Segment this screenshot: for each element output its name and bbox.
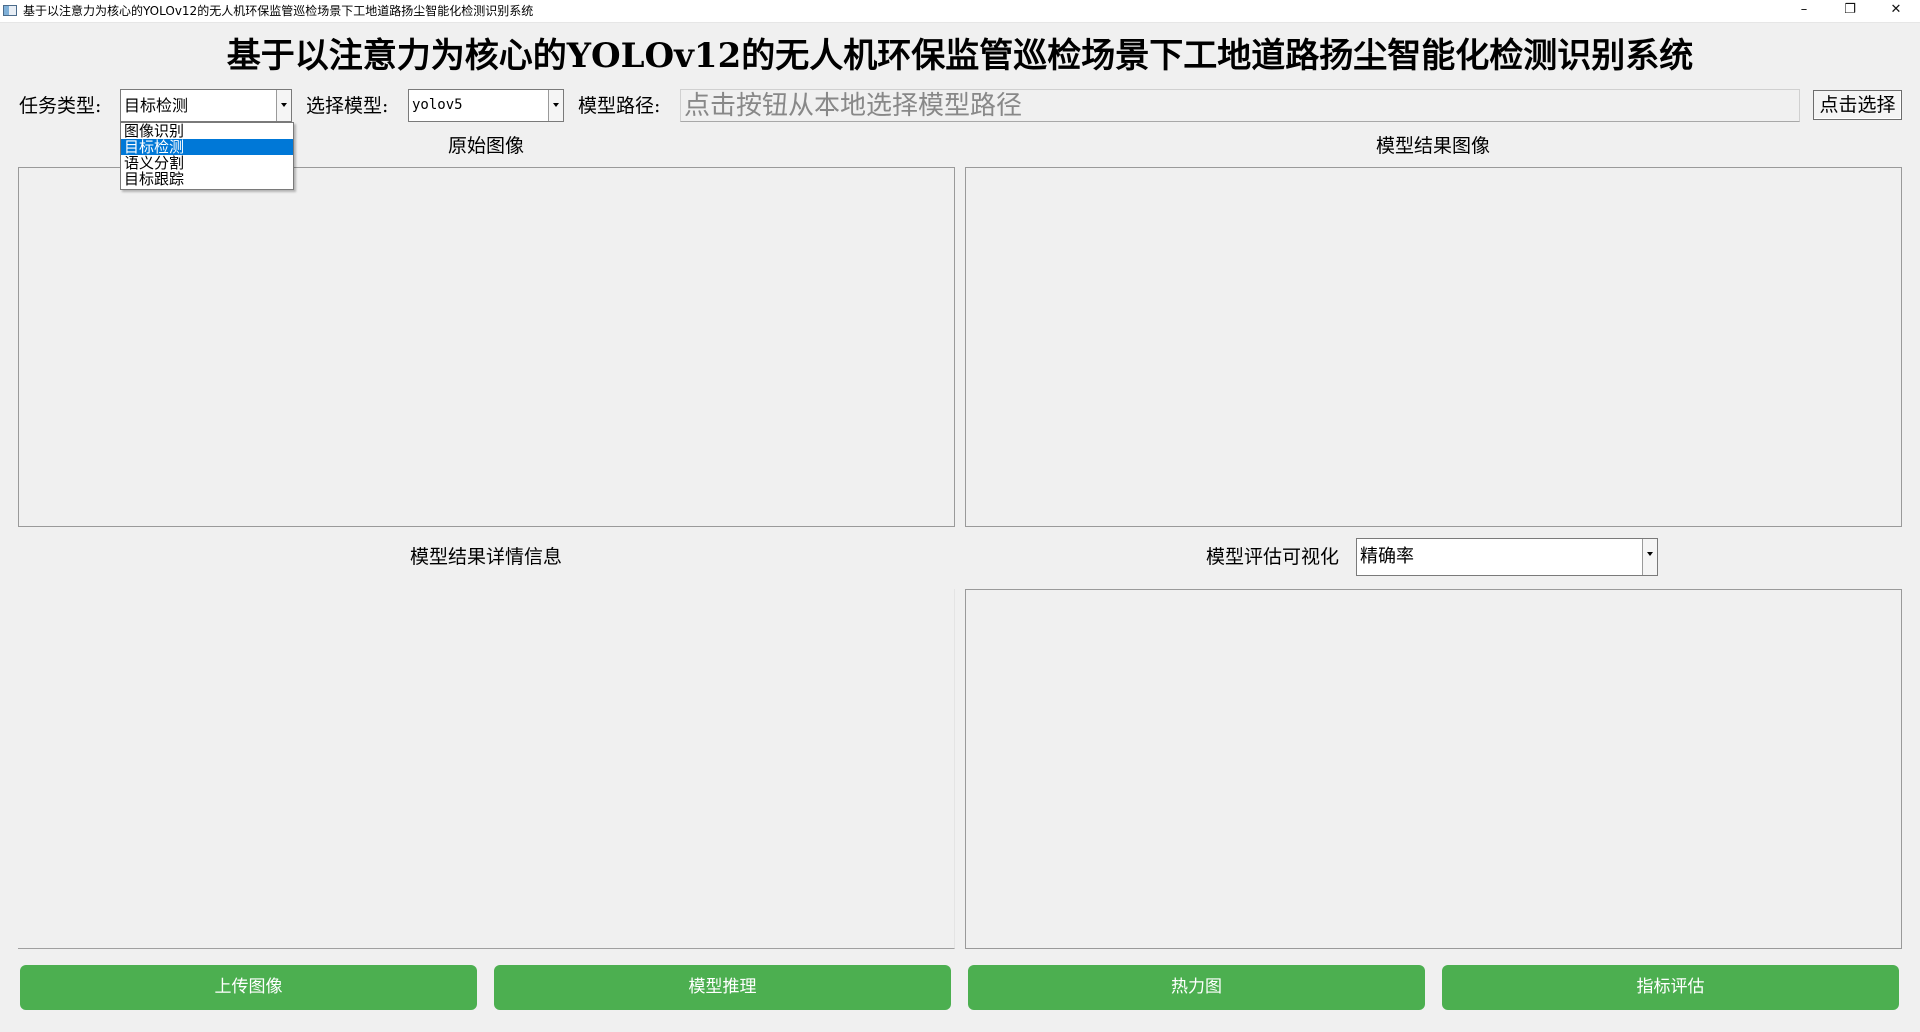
window-title: 基于以注意力为核心的YOLOv12的无人机环保监管巡检场景下工地道路扬尘智能化检…: [23, 4, 534, 18]
dropdown-option-semantic-segmentation[interactable]: 语义分割: [121, 155, 293, 171]
result-details-label: 模型结果详情信息: [409, 546, 562, 568]
task-type-select[interactable]: 目标检测: [120, 89, 292, 122]
chevron-down-icon[interactable]: [276, 90, 291, 121]
maximize-icon[interactable]: ❐: [1827, 0, 1873, 22]
app-icon: [3, 5, 17, 16]
eval-metric-select[interactable]: 精确率: [1356, 538, 1658, 576]
result-image-label: 模型结果图像: [1375, 135, 1490, 157]
eval-visualization-panel: [965, 589, 1902, 949]
eval-vis-label: 模型评估可视化: [1206, 546, 1340, 568]
model-select[interactable]: yolov5: [408, 89, 564, 122]
heatmap-button[interactable]: 热力图: [968, 965, 1425, 1010]
dropdown-option-object-detection[interactable]: 目标检测: [121, 139, 293, 155]
window-titlebar: 基于以注意力为核心的YOLOv12的无人机环保监管巡检场景下工地道路扬尘智能化检…: [0, 0, 1920, 23]
task-type-dropdown-list[interactable]: 图像识别 目标检测 语义分割 目标跟踪: [120, 122, 294, 190]
model-infer-button[interactable]: 模型推理: [494, 965, 951, 1010]
model-value: yolov5: [412, 97, 463, 113]
model-path-label: 模型路径:: [578, 95, 661, 117]
close-icon[interactable]: ✕: [1873, 0, 1919, 22]
chevron-down-icon[interactable]: [548, 90, 563, 121]
task-type-label: 任务类型:: [19, 95, 102, 117]
result-image-panel: [965, 167, 1902, 527]
model-label: 选择模型:: [306, 95, 389, 117]
eval-metric-value: 精确率: [1360, 546, 1414, 567]
task-type-value: 目标检测: [124, 96, 189, 115]
minimize-icon[interactable]: –: [1781, 0, 1827, 22]
result-details-textarea[interactable]: [18, 589, 955, 949]
evaluate-metrics-button[interactable]: 指标评估: [1442, 965, 1899, 1010]
original-image-panel: [18, 167, 955, 527]
dropdown-option-image-recognition[interactable]: 图像识别: [121, 123, 293, 139]
model-path-input[interactable]: [680, 89, 1800, 122]
upload-image-button[interactable]: 上传图像: [20, 965, 477, 1010]
dropdown-option-object-tracking[interactable]: 目标跟踪: [121, 171, 293, 187]
select-path-button[interactable]: 点击选择: [1813, 90, 1902, 120]
page-title: 基于以注意力为核心的YOLOv12的无人机环保监管巡检场景下工地道路扬尘智能化检…: [226, 36, 1694, 76]
chevron-down-icon[interactable]: [1642, 539, 1657, 575]
